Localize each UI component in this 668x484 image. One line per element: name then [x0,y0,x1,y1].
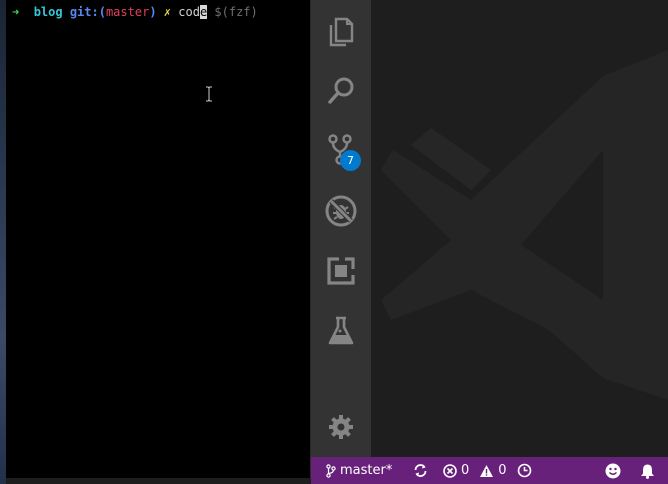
status-branch[interactable]: master* [326,457,392,484]
bell-icon [641,464,654,479]
prompt-dirty-mark: ✗ [163,5,172,19]
git-branch-icon [326,463,336,478]
error-icon [443,463,457,478]
status-problems[interactable]: 0 0 [443,457,507,484]
clock-icon [517,463,532,478]
autosuggest-hint: $(fzf) [214,5,258,19]
mouse-ibeam-cursor-icon [206,86,212,102]
smiley-icon [605,463,621,478]
activity-search[interactable] [311,65,371,117]
debug-icon [325,195,357,227]
prompt-git-branch: master [105,5,150,19]
activity-bar: 7 [311,0,371,457]
activity-settings[interactable] [311,401,371,453]
activity-test[interactable] [311,305,371,357]
status-feedback[interactable] [605,457,621,484]
gear-icon [329,415,353,439]
extensions-icon [327,257,355,285]
prompt-directory: blog [33,5,63,19]
activity-extensions[interactable] [311,245,371,297]
explorer-icon [329,17,354,47]
warning-icon [480,464,494,477]
prompt-arrow: ➜ [12,5,20,19]
editor-empty-area[interactable] [371,0,668,457]
warning-count: 0 [498,463,507,478]
test-flask-icon [328,316,354,345]
typed-command: cod [178,5,200,19]
error-count: 0 [461,463,470,478]
terminal-prompt-line: ➜ blog git:(master) ✗ code $(fzf) [12,4,258,20]
terminal-window[interactable]: ➜ blog git:(master) ✗ code $(fzf) [6,0,311,478]
status-branch-label: master* [340,463,393,478]
text-cursor: e [199,5,208,19]
search-icon [328,77,354,104]
scm-changes-badge: 7 [340,150,361,171]
status-sync[interactable] [413,457,428,484]
vscode-window: 7 master* 0 0 [311,0,668,484]
vscode-watermark-logo [381,50,668,400]
activity-explorer[interactable] [311,6,371,58]
status-bar: master* 0 0 [311,457,668,484]
status-notifications[interactable] [640,457,655,484]
sync-icon [414,464,427,477]
status-clock[interactable] [517,457,532,484]
prompt-git-close: ) [149,5,157,19]
activity-debug[interactable] [311,185,371,237]
prompt-git-label: git:( [69,5,106,19]
activity-source-control[interactable] [311,124,371,176]
